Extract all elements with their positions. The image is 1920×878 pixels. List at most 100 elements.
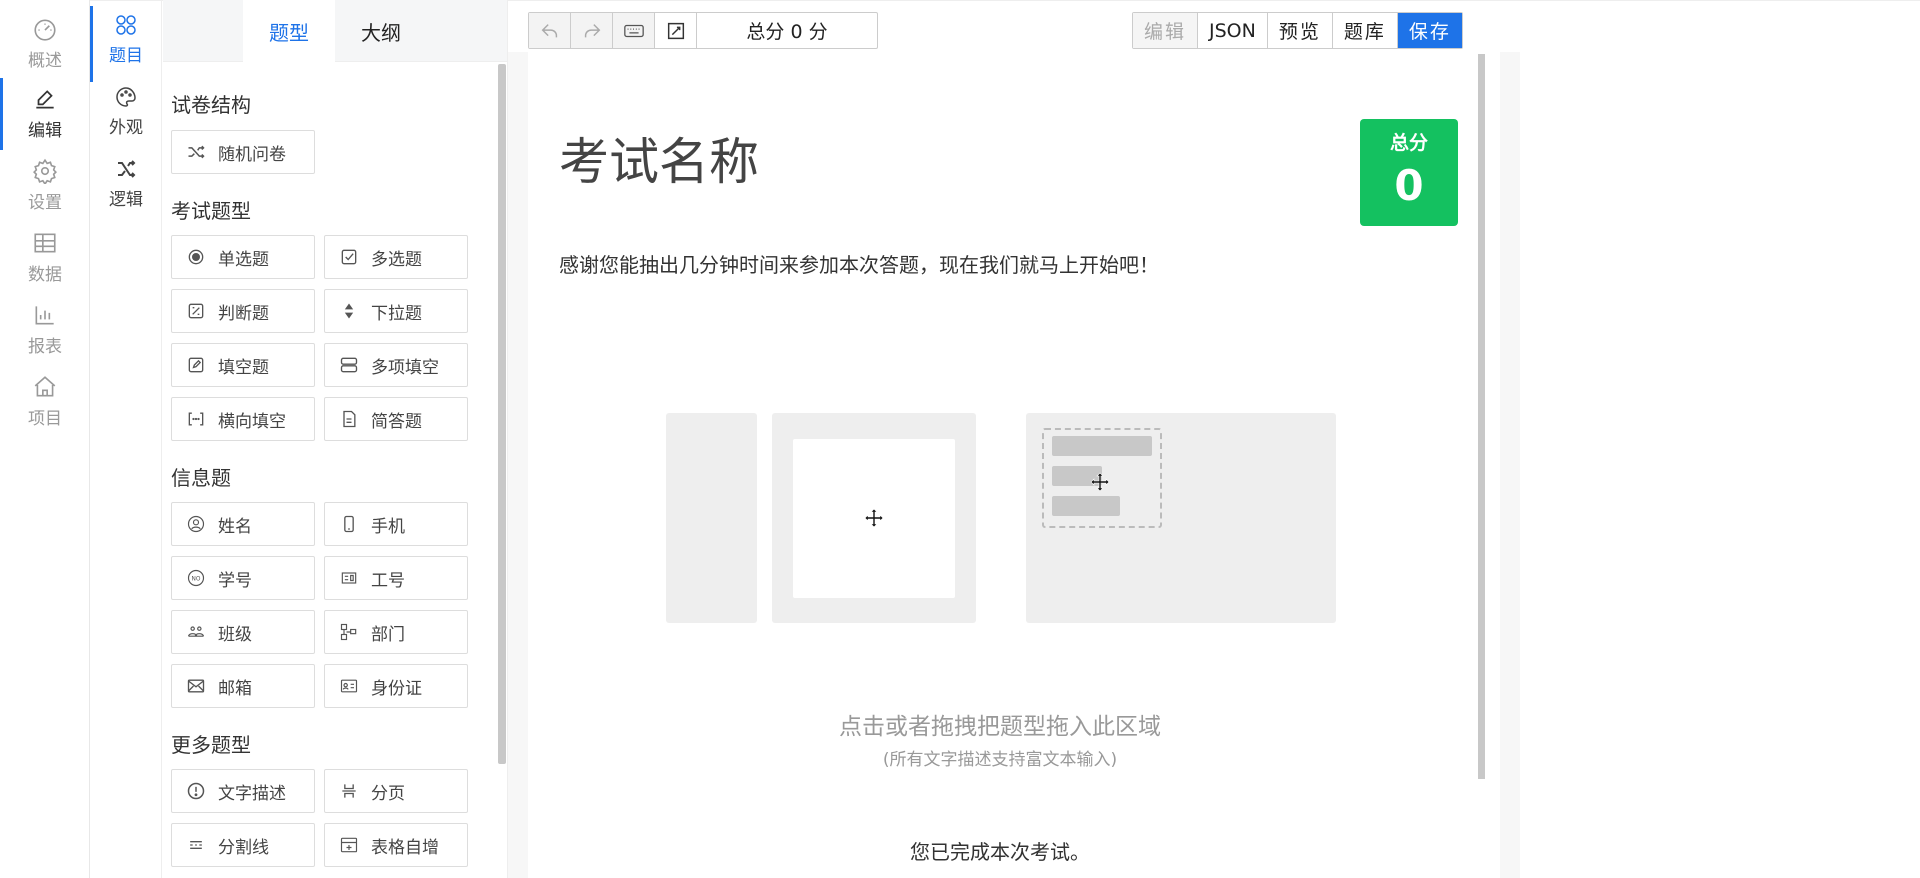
button-label: 随机问卷 [218,144,286,165]
true-false-button[interactable]: 判断题 [171,289,315,333]
multi-choice-button[interactable]: 多选题 [324,235,468,279]
question-bank-button[interactable]: 题库 [1332,13,1398,48]
exam-title[interactable]: 考试名称 [559,122,759,194]
score-value: 0 [1394,161,1424,210]
shuffle-icon [118,159,136,178]
exam-intro[interactable]: 感谢您能抽出几分钟时间来参加本次答题，现在我们就马上开始吧！ [559,249,1159,278]
divider-button[interactable]: 分割线 [171,823,315,867]
illustration-bar [1052,436,1152,456]
number-badge-icon: NO [187,569,205,587]
button-label: 多项填空 [371,357,439,378]
tool-item-questions[interactable]: 题目 [90,6,162,82]
nav-label: 报表 [28,336,62,357]
pencil-square-icon [188,357,204,373]
nav-item-settings[interactable]: 设置 [0,150,90,220]
preview-button[interactable]: 预览 [1267,13,1333,48]
illustration-bar [1052,496,1120,516]
gear-icon [33,158,57,184]
page-break-icon [342,784,356,798]
email-field-button[interactable]: 邮箱 [171,664,315,708]
action-toolbar: 编辑 JSON 预览 题库 保存 [1132,12,1463,49]
mobile-phone-icon [344,515,354,533]
org-chart-icon [340,623,357,641]
keyboard-icon [623,24,644,37]
table-auto-button[interactable]: 表格自增 [324,823,468,867]
ai-generate-button[interactable] [655,13,697,48]
fill-blank-button[interactable]: 填空题 [171,343,315,387]
button-label: 下拉题 [371,303,422,324]
tool-label: 题目 [109,45,143,66]
magic-import-icon [667,22,684,39]
button-label: 邮箱 [218,678,252,699]
department-field-button[interactable]: 部门 [324,610,468,654]
button-label: 学号 [218,570,252,591]
group-icon [187,626,205,637]
student-id-button[interactable]: NO 学号 [171,556,315,600]
button-label: 分页 [371,783,405,804]
palette-scrollbar[interactable] [498,64,506,764]
nav-item-report[interactable]: 报表 [0,294,90,364]
user-circle-icon [187,515,205,533]
tool-label: 外观 [109,117,143,138]
button-label: 简答题 [371,411,422,432]
save-button[interactable]: 保存 [1397,13,1462,48]
edit-icon [36,89,54,109]
json-button[interactable]: JSON [1198,13,1268,48]
undo-icon [541,23,557,37]
pagination-button[interactable]: 分页 [324,769,468,813]
name-field-button[interactable]: 姓名 [171,502,315,546]
text-desc-button[interactable]: 文字描述 [171,769,315,813]
true-false-icon [188,303,204,319]
palette-tabs: 题型 大纲 [163,0,507,62]
multi-fill-button[interactable]: 多项填空 [324,343,468,387]
sort-icon [344,303,354,319]
random-paper-button[interactable]: 随机问卷 [171,130,315,174]
shuffle-icon [188,145,205,159]
nav-label: 数据 [28,264,62,285]
nav-label: 设置 [28,192,62,213]
undo-button[interactable] [529,13,571,48]
dashboard-icon [34,19,56,41]
short-answer-button[interactable]: 简答题 [324,397,468,441]
total-score-display: 总分 0 分 [746,21,828,43]
edit-button[interactable]: 编辑 [1133,13,1199,48]
phone-field-button[interactable]: 手机 [324,502,468,546]
svg-text:NO: NO [192,577,201,583]
nav-item-projects[interactable]: 项目 [0,366,90,436]
button-label: 班级 [218,624,252,645]
checkbox-icon [341,249,357,265]
dropdown-button[interactable]: 下拉题 [324,289,468,333]
multi-field-icon [340,357,358,373]
nav-item-edit[interactable]: 编辑 [0,78,90,150]
divider-icon [190,841,202,849]
tab-outline[interactable]: 大纲 [335,0,427,62]
question-palette: 题型 大纲 试卷结构 随机问卷 考试题型 单选题 多选题 判断题 下拉题 填空题… [163,0,508,878]
keyboard-button[interactable] [613,13,655,48]
id-card-field-button[interactable]: 身份证 [324,664,468,708]
button-label: 工号 [371,570,405,591]
main-sidebar: 概述 编辑 设置 数据 报表 项目 [0,0,90,878]
nav-label: 编辑 [28,120,62,141]
tab-question-types[interactable]: 题型 [243,0,335,62]
tool-item-logic[interactable]: 逻辑 [90,150,162,216]
redo-icon [584,23,600,37]
button-label: 手机 [371,516,405,537]
nav-item-data[interactable]: 数据 [0,222,90,292]
button-label: 文字描述 [218,783,286,804]
single-choice-button[interactable]: 单选题 [171,235,315,279]
button-label: 部门 [371,624,405,645]
class-field-button[interactable]: 班级 [171,610,315,654]
nav-item-overview[interactable]: 概述 [0,8,90,78]
horizontal-fill-button[interactable]: 横向填空 [171,397,315,441]
illustration-sidebar-panel [666,413,757,623]
finish-message[interactable]: 您已完成本次考试。 [660,836,1340,865]
badge-icon [341,572,357,584]
section-title-info: 信息题 [171,466,231,490]
drop-hint-subtext: (所有文字描述支持富文本输入) [882,750,1118,770]
canvas-scrollbar[interactable] [1478,54,1485,779]
total-score-badge: 总分 0 [1360,119,1458,226]
employee-id-button[interactable]: 工号 [324,556,468,600]
tool-label: 逻辑 [109,189,143,210]
redo-button[interactable] [571,13,613,48]
tool-item-appearance[interactable]: 外观 [90,78,162,144]
